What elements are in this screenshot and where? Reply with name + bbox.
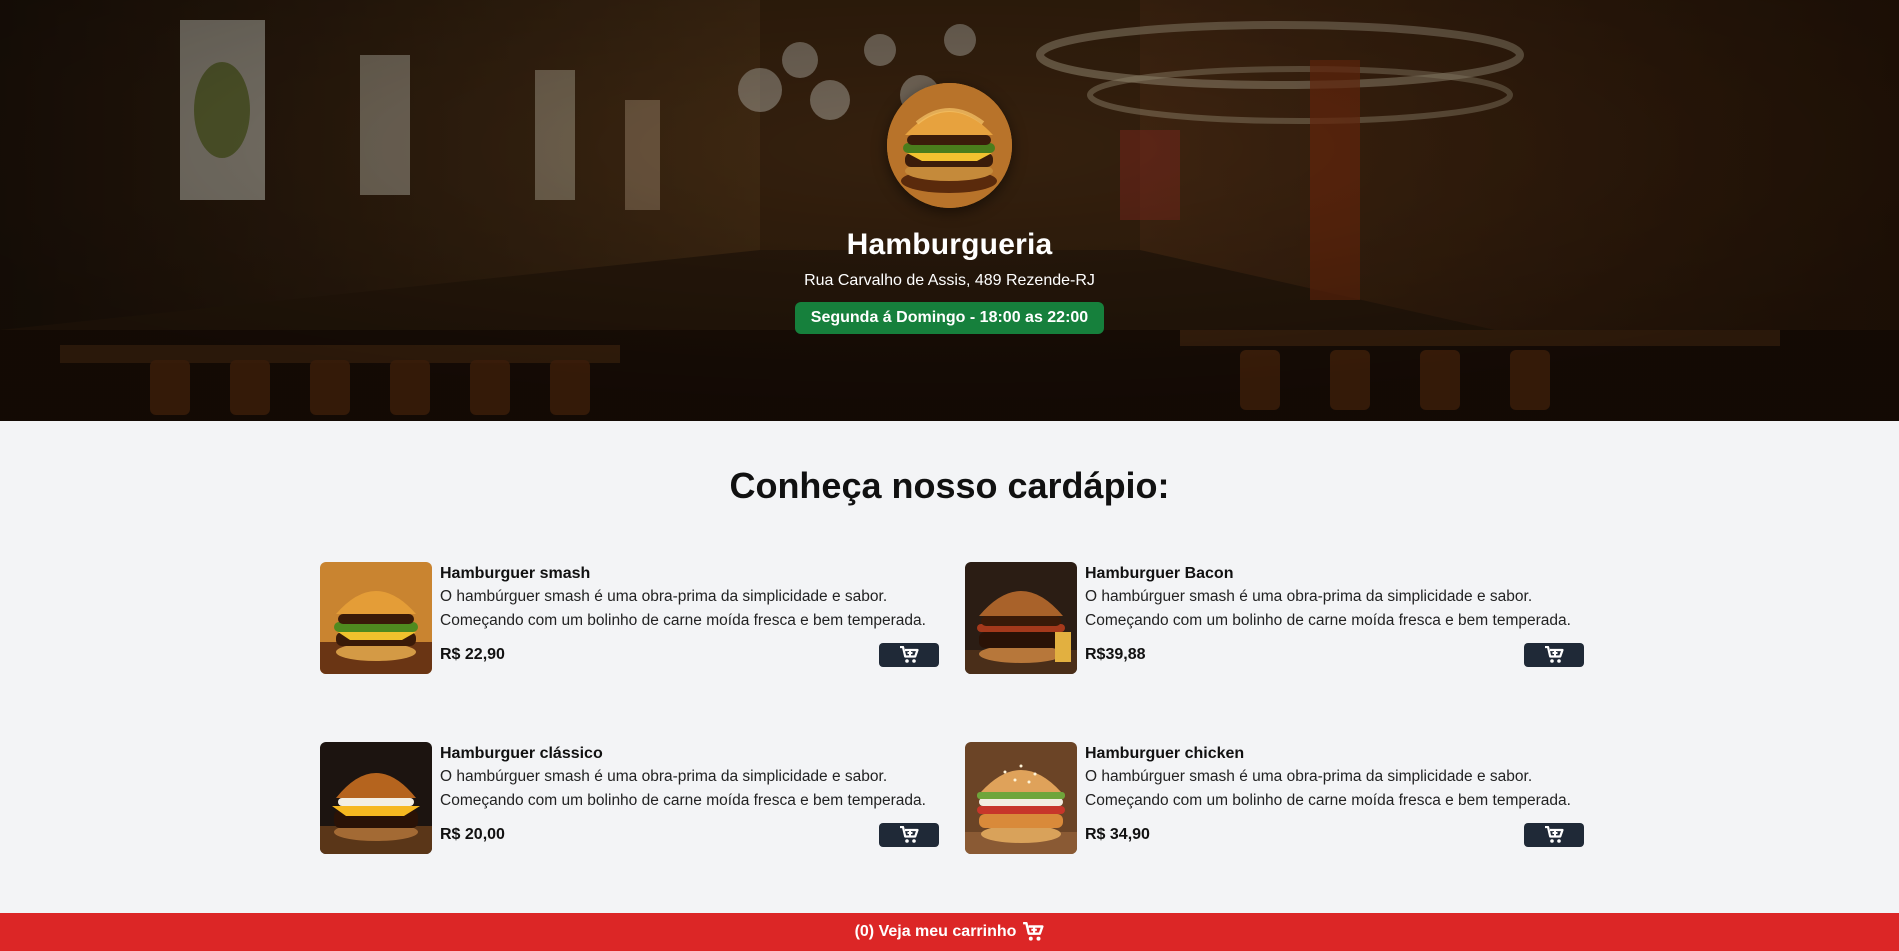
menu-item-footer: R$ 20,00 xyxy=(440,823,939,847)
menu-item: Hamburguer smash O hambúrguer smash é um… xyxy=(320,562,939,674)
menu-item-name: Hamburguer clássico xyxy=(440,745,603,762)
add-to-cart-button[interactable] xyxy=(1524,643,1584,667)
add-to-cart-button[interactable] xyxy=(879,823,939,847)
menu-item: Hamburguer clássico O hambúrguer smash é… xyxy=(320,742,939,854)
hero-banner: Hamburgueria Rua Carvalho de Assis, 489 … xyxy=(0,0,1899,421)
menu-item-name: Hamburguer Bacon xyxy=(1085,565,1234,582)
menu-item-image xyxy=(965,742,1077,854)
hero-content: Hamburgueria Rua Carvalho de Assis, 489 … xyxy=(0,0,1899,421)
cart-plus-icon xyxy=(1545,646,1564,663)
menu-item-body: Hamburguer clássico O hambúrguer smash é… xyxy=(440,742,939,854)
burger-chicken-image xyxy=(965,742,1077,854)
menu-item-image xyxy=(320,562,432,674)
menu-item-price: R$39,88 xyxy=(1085,646,1146,663)
burger-image xyxy=(887,83,1012,208)
menu-item-price: R$ 20,00 xyxy=(440,826,505,843)
menu-item-body: Hamburguer chicken O hambúrguer smash é … xyxy=(1085,742,1584,854)
restaurant-address: Rua Carvalho de Assis, 489 Rezende-RJ xyxy=(804,272,1095,289)
menu-item-price: R$ 22,90 xyxy=(440,646,505,663)
cart-label: (0) Veja meu carrinho xyxy=(854,923,1017,940)
menu-item-description: O hambúrguer smash é uma obra-prima da s… xyxy=(1085,768,1571,809)
cart-plus-icon xyxy=(900,826,919,843)
burger-classic-image xyxy=(320,742,432,854)
menu-title: Conheça nosso cardápio: xyxy=(729,465,1170,506)
cart-plus-icon xyxy=(1545,826,1564,843)
opening-hours-badge: Segunda á Domingo - 18:00 as 22:00 xyxy=(794,302,1105,334)
restaurant-logo xyxy=(887,83,1012,208)
menu-item-name: Hamburguer chicken xyxy=(1085,745,1245,762)
menu-item-name: Hamburguer smash xyxy=(440,565,591,582)
menu-item-price: R$ 34,90 xyxy=(1085,826,1150,843)
menu-item-image xyxy=(965,562,1077,674)
menu-item-footer: R$39,88 xyxy=(1085,643,1584,667)
menu-item-description: O hambúrguer smash é uma obra-prima da s… xyxy=(440,768,926,809)
menu-item-body: Hamburguer Bacon O hambúrguer smash é um… xyxy=(1085,562,1584,674)
add-to-cart-button[interactable] xyxy=(1524,823,1584,847)
menu-item: Hamburguer chicken O hambúrguer smash é … xyxy=(965,742,1584,854)
restaurant-name: Hamburgueria xyxy=(846,228,1053,261)
menu-item-description: O hambúrguer smash é uma obra-prima da s… xyxy=(1085,588,1571,629)
burger-bacon-image xyxy=(965,562,1077,674)
menu-grid: Hamburguer smash O hambúrguer smash é um… xyxy=(320,562,1584,854)
menu-item-description: O hambúrguer smash é uma obra-prima da s… xyxy=(440,588,926,629)
add-to-cart-button[interactable] xyxy=(879,643,939,667)
burger-smash-image xyxy=(320,562,432,674)
menu-item-body: Hamburguer smash O hambúrguer smash é um… xyxy=(440,562,939,674)
cart-plus-icon xyxy=(900,646,919,663)
cart-plus-icon xyxy=(1022,922,1044,942)
menu-item: Hamburguer Bacon O hambúrguer smash é um… xyxy=(965,562,1584,674)
view-cart-button[interactable]: (0) Veja meu carrinho xyxy=(0,913,1899,951)
menu-item-image xyxy=(320,742,432,854)
menu-item-footer: R$ 22,90 xyxy=(440,643,939,667)
menu-item-footer: R$ 34,90 xyxy=(1085,823,1584,847)
